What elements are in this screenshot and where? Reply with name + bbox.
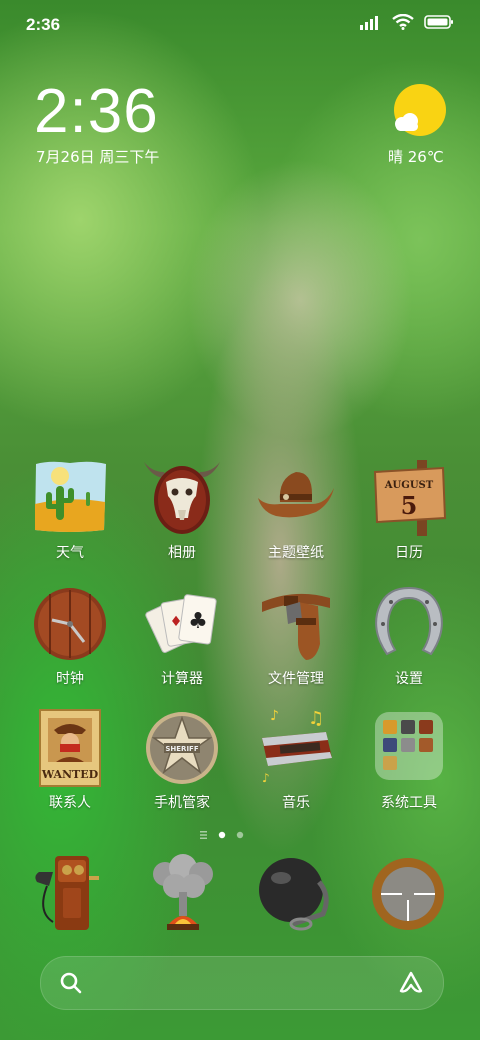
wifi-icon [392, 14, 414, 30]
assistant-icon[interactable] [397, 969, 425, 997]
app-calendar[interactable]: AUGUST 5 日历 [354, 458, 464, 562]
gun-holster-icon [256, 584, 336, 664]
app-label: 系统工具 [381, 795, 437, 811]
app-label: 文件管理 [268, 671, 324, 687]
sheriff-text: SHERIFF [165, 745, 198, 753]
clock-widget-time[interactable]: 2:36 [34, 76, 159, 147]
cowboy-hat-icon [256, 458, 336, 538]
svg-text:♪: ♪ [262, 771, 270, 785]
svg-text:♦: ♦ [170, 614, 183, 630]
bull-skull-icon [142, 458, 222, 538]
app-label: 天气 [56, 545, 84, 561]
app-label: 音乐 [282, 795, 310, 811]
signal-icon [360, 16, 378, 30]
app-calculator[interactable]: ♣ ♦ 计算器 [127, 584, 237, 688]
app-label: 计算器 [161, 671, 203, 687]
app-label: 相册 [168, 545, 196, 561]
app-clock[interactable]: 时钟 [15, 584, 125, 688]
calendar-day-text: 5 [401, 491, 418, 520]
app-label: 日历 [395, 545, 423, 561]
dock-phone[interactable] [14, 852, 124, 936]
page-dot-active [218, 831, 226, 839]
app-label: 联系人 [49, 795, 91, 811]
page-indicator[interactable] [200, 829, 280, 841]
status-time: 2:36 [26, 15, 61, 34]
explosion-cloud-icon [141, 852, 225, 936]
wanted-poster-icon: WANTED [30, 708, 110, 788]
app-file-manager[interactable]: 文件管理 [241, 584, 351, 688]
app-contacts[interactable]: WANTED 联系人 [15, 708, 125, 812]
app-gallery[interactable]: 相册 [127, 458, 237, 562]
search-bar[interactable] [40, 956, 444, 1010]
folder-icon [369, 708, 449, 788]
search-icon[interactable] [59, 971, 83, 995]
app-label: 时钟 [56, 671, 84, 687]
app-label: 设置 [395, 671, 423, 687]
sunny-weather-icon[interactable] [390, 84, 446, 140]
app-weather[interactable]: 天气 [15, 458, 125, 562]
scope-crosshair-icon [366, 852, 450, 936]
calendar-month-text: AUGUST [384, 480, 434, 491]
weather-summary: 晴 26℃ [388, 148, 444, 166]
app-themes[interactable]: 主题壁纸 [241, 458, 351, 562]
app-music[interactable]: ♪ ♫ ♪ 音乐 [241, 708, 351, 812]
desert-cactus-icon [30, 458, 110, 538]
antique-telephone-icon [27, 852, 111, 936]
dock-scope[interactable] [353, 852, 463, 936]
horseshoe-icon [369, 584, 449, 664]
app-security[interactable]: SHERIFF 手机管家 [127, 708, 237, 812]
app-system-tools-folder[interactable]: 系统工具 [354, 708, 464, 812]
svg-text:♪: ♪ [270, 708, 279, 724]
app-label: 主题壁纸 [268, 545, 324, 561]
sheriff-badge-icon: SHERIFF [142, 708, 222, 788]
app-label: 手机管家 [154, 795, 210, 811]
ball-and-chain-icon [253, 852, 337, 936]
wooden-calendar-sign-icon: AUGUST 5 [369, 458, 449, 538]
status-icons [360, 14, 454, 30]
svg-text:♫: ♫ [308, 708, 324, 729]
home-list-icon [200, 831, 207, 839]
wooden-barrel-clock-icon [30, 584, 110, 664]
clock-widget-date: 7月26日 周三下午 [36, 148, 160, 166]
app-settings[interactable]: 设置 [354, 584, 464, 688]
svg-text:♣: ♣ [188, 609, 208, 634]
playing-cards-icon: ♣ ♦ [142, 584, 222, 664]
battery-icon [424, 15, 453, 29]
dock-camera[interactable] [240, 852, 350, 936]
harmonica-icon: ♪ ♫ ♪ [256, 708, 336, 788]
status-bar: 2:36 [0, 0, 480, 48]
wanted-text: WANTED [41, 768, 99, 781]
page-dot [236, 831, 244, 839]
dock-browser[interactable] [128, 852, 238, 936]
